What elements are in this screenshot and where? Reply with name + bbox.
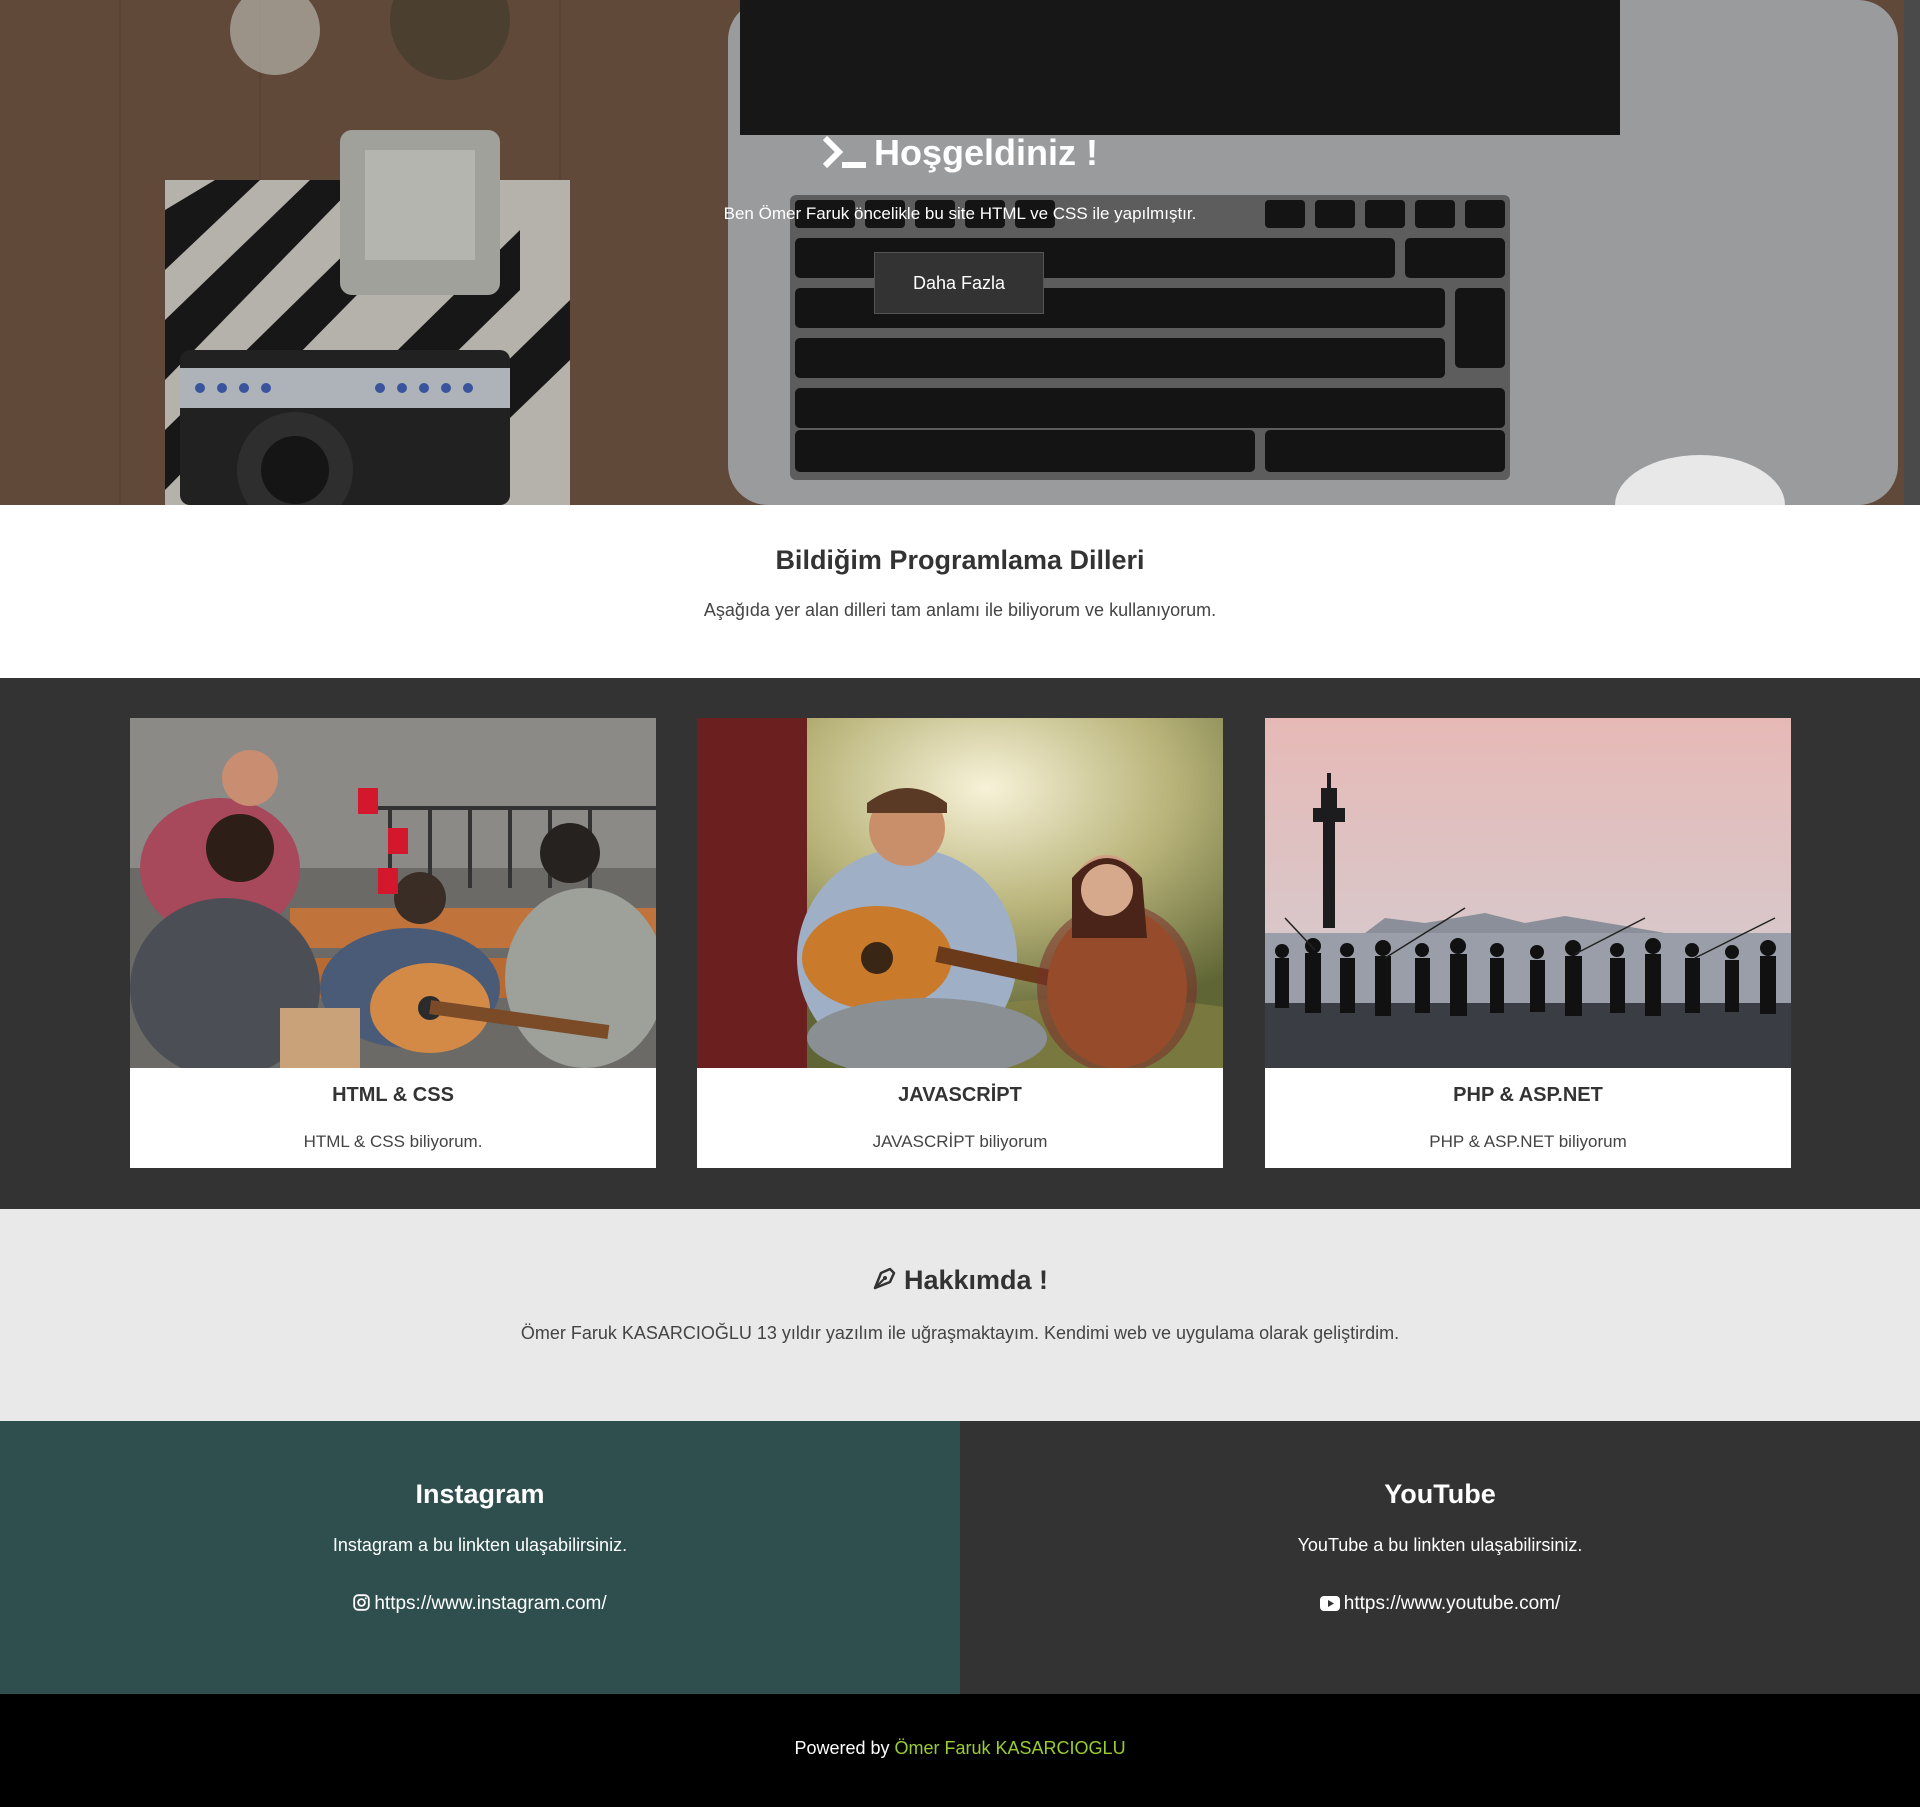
card-image-istanbul-fishermen <box>1265 718 1791 1068</box>
cards-section: HTML & CSS HTML & CSS biliyorum. JAVASCR… <box>0 678 1920 1209</box>
footer-text: Powered by Ömer Faruk KASARCIOGLU <box>0 1738 1920 1759</box>
youtube-title: YouTube <box>1384 1479 1496 1509</box>
pen-nib-icon <box>872 1265 898 1298</box>
more-button[interactable]: Daha Fazla <box>874 252 1044 314</box>
instagram-section: Instagram Instagram a bu linkten ulaşabi… <box>0 1421 960 1694</box>
hero-section: Hoşgeldiniz ! Ben Ömer Faruk öncelikle b… <box>0 0 1920 505</box>
instagram-link-text: https://www.instagram.com/ <box>374 1593 607 1614</box>
about-title-text: Hakkımda ! <box>903 1265 1049 1295</box>
instagram-title: Instagram <box>415 1479 545 1509</box>
instagram-link[interactable]: https://www.instagram.com/ <box>0 1593 960 1617</box>
footer-prefix: Powered by <box>794 1738 890 1758</box>
about-section: Hakkımda ! Ömer Faruk KASARCIOĞLU 13 yıl… <box>0 1209 1920 1421</box>
language-card-javascript: JAVASCRİPT JAVASCRİPT biliyorum <box>697 718 1223 1168</box>
about-description: Ömer Faruk KASARCIOĞLU 13 yıldır yazılım… <box>520 1323 1400 1343</box>
hero-subtitle: Ben Ömer Faruk öncelikle bu site HTML ve… <box>723 204 1197 223</box>
card-title: PHP & ASP.NET <box>1453 1084 1603 1106</box>
card-description: HTML & CSS biliyorum. <box>303 1132 483 1151</box>
hero-title-text: Hoşgeldiniz ! <box>874 132 1098 173</box>
card-description: PHP & ASP.NET biliyorum <box>1429 1132 1627 1151</box>
terminal-icon <box>822 135 868 178</box>
youtube-description: YouTube a bu linkten ulaşabilirsiniz. <box>1297 1535 1583 1555</box>
languages-description: Aşağıda yer alan dilleri tam anlamı ile … <box>703 600 1217 620</box>
instagram-icon <box>353 1594 371 1617</box>
about-title: Hakkımda ! <box>0 1265 1920 1298</box>
language-card-html-css: HTML & CSS HTML & CSS biliyorum. <box>130 718 656 1168</box>
youtube-icon <box>1319 1595 1340 1617</box>
card-description: JAVASCRİPT biliyorum <box>872 1132 1048 1151</box>
hero-title: Hoşgeldiniz ! <box>0 132 1920 178</box>
card-title: HTML & CSS <box>332 1084 454 1106</box>
youtube-section: YouTube YouTube a bu linkten ulaşabilirs… <box>960 1421 1920 1694</box>
language-card-php-aspnet: PHP & ASP.NET PHP & ASP.NET biliyorum <box>1265 718 1791 1168</box>
footer: Powered by Ömer Faruk KASARCIOGLU <box>0 1694 1920 1807</box>
youtube-link[interactable]: https://www.youtube.com/ <box>960 1593 1920 1617</box>
card-title: JAVASCRİPT <box>898 1084 1022 1106</box>
card-image-couple-guitar <box>697 718 1223 1068</box>
languages-section: Bildiğim Programlama Dilleri Aşağıda yer… <box>0 505 1920 678</box>
footer-author-link[interactable]: Ömer Faruk KASARCIOGLU <box>895 1738 1126 1758</box>
page-scrollbar[interactable] <box>1904 0 1920 505</box>
languages-title: Bildiğim Programlama Dilleri <box>775 545 1145 575</box>
card-image-friends-guitar <box>130 718 656 1068</box>
instagram-description: Instagram a bu linkten ulaşabilirsiniz. <box>332 1535 628 1555</box>
youtube-link-text: https://www.youtube.com/ <box>1343 1593 1561 1614</box>
